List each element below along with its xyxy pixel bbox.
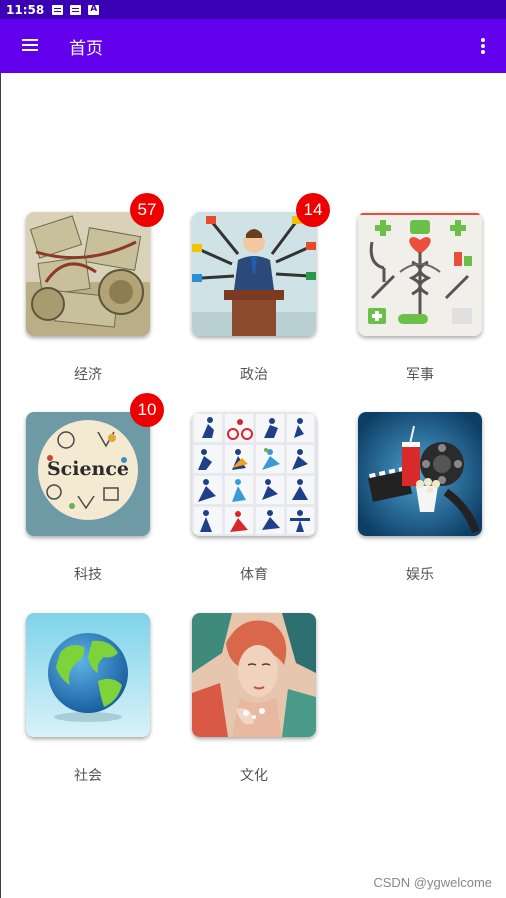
category-label: 娱乐 bbox=[406, 567, 434, 583]
category-label: 军事 bbox=[406, 367, 434, 383]
status-time: 11:58 bbox=[6, 2, 45, 17]
window-edge bbox=[0, 73, 1, 898]
more-vert-icon[interactable] bbox=[480, 38, 486, 54]
category-label: 文化 bbox=[240, 768, 268, 784]
unread-count-badge: 57 bbox=[130, 193, 164, 227]
science-text: Science bbox=[46, 458, 130, 480]
art-portrait-image bbox=[192, 613, 316, 737]
category-label: 政治 bbox=[240, 367, 268, 383]
money-rolls-image bbox=[26, 212, 150, 336]
science-doodle-image: Science bbox=[26, 412, 150, 536]
hamburger-menu-icon[interactable] bbox=[21, 36, 45, 56]
medical-icons-image bbox=[358, 212, 482, 336]
unread-count-badge: 14 bbox=[296, 193, 330, 227]
page-title: 首页 bbox=[69, 38, 103, 59]
category-label: 科技 bbox=[74, 567, 102, 583]
message-icon bbox=[52, 4, 64, 15]
message-icon bbox=[70, 4, 82, 15]
category-label: 社会 bbox=[74, 768, 102, 784]
status-bar: 11:58 bbox=[0, 0, 506, 19]
category-label: 体育 bbox=[240, 567, 268, 583]
watermark-text: CSDN @ygwelcome bbox=[373, 875, 492, 890]
unread-count-badge: 10 bbox=[130, 393, 164, 427]
politician-podium-image bbox=[192, 212, 316, 336]
sports-pictograms-image bbox=[192, 412, 316, 536]
category-label: 经济 bbox=[74, 367, 102, 383]
globe-image bbox=[26, 613, 150, 737]
cinema-film-image bbox=[358, 412, 482, 536]
app-bar: 首页 bbox=[0, 19, 506, 73]
a-icon bbox=[88, 4, 100, 15]
